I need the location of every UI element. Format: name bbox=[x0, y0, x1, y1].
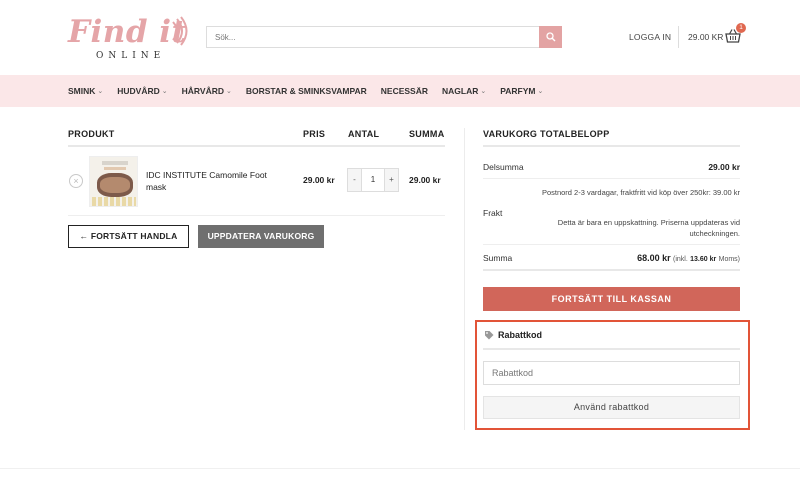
product-price: 29.00 kr bbox=[303, 175, 335, 185]
chevron-down-icon: ⌄ bbox=[537, 88, 544, 95]
main-nav: SMINK ⌄ HUDVÅRD ⌄ HÅRVÅRD ⌄ BORSTAR & SMINK… bbox=[0, 75, 800, 107]
nav-item-hudvard[interactable]: HUDVÅRD ⌄ bbox=[117, 86, 167, 96]
proceed-to-checkout-button[interactable]: FORTSÄTT TILL KASSAN bbox=[483, 287, 740, 311]
totals-header-divider bbox=[483, 145, 740, 147]
shipping-label: Frakt bbox=[483, 208, 503, 218]
nav-item-naglar[interactable]: NAGLAR ⌄ bbox=[442, 86, 486, 96]
nav-item-harvard[interactable]: HÅRVÅRD ⌄ bbox=[182, 86, 232, 96]
site-header: Find it ONLINE LOGGA IN 29.00 KR 1 bbox=[0, 0, 800, 75]
nav-item-parfym[interactable]: PARFYM ⌄ bbox=[500, 86, 543, 96]
logo-wordmark: Find it bbox=[68, 14, 187, 50]
coupon-divider bbox=[483, 348, 740, 350]
totals-divider bbox=[483, 269, 740, 271]
col-header-product: PRODUKT bbox=[68, 129, 115, 139]
subtotal-label: Delsumma bbox=[483, 162, 524, 172]
quantity-stepper: - 1 + bbox=[347, 168, 399, 192]
col-header-price: PRIS bbox=[303, 129, 326, 139]
cart-totals-title: VARUKORG TOTALBELOPP bbox=[483, 129, 610, 139]
remove-item-button[interactable]: × bbox=[69, 174, 83, 188]
row-divider bbox=[68, 215, 445, 216]
header-divider bbox=[678, 26, 679, 48]
product-thumbnail[interactable] bbox=[89, 156, 138, 207]
nav-item-borstar[interactable]: BORSTAR & SMINKSVAMPAR bbox=[246, 86, 367, 96]
tag-icon bbox=[485, 331, 494, 340]
col-header-qty: ANTAL bbox=[348, 129, 380, 139]
cart-count-badge: 1 bbox=[736, 23, 746, 33]
coupon-code-input[interactable] bbox=[483, 361, 740, 385]
search-input[interactable] bbox=[207, 27, 540, 47]
continue-shopping-button[interactable]: ← FORTSÄTT HANDLA bbox=[68, 225, 189, 248]
qty-input[interactable]: 1 bbox=[361, 169, 385, 191]
coupon-title: Rabattkod bbox=[498, 330, 543, 340]
shipping-method: Postnord 2-3 vardagar, fraktfritt vid kö… bbox=[541, 188, 740, 197]
chevron-down-icon: ⌄ bbox=[97, 88, 104, 95]
shipping-note: Detta är bara en uppskattning. Priserna … bbox=[557, 218, 740, 238]
nav-item-necessar[interactable]: NECESSÄR bbox=[381, 86, 428, 96]
product-subtotal: 29.00 kr bbox=[409, 175, 441, 185]
total-label: Summa bbox=[483, 253, 513, 263]
logo-subtitle: ONLINE bbox=[96, 51, 166, 61]
nav-item-smink[interactable]: SMINK ⌄ bbox=[68, 86, 103, 96]
update-cart-button[interactable]: UPPDATERA VARUKORG bbox=[198, 225, 324, 248]
search-button[interactable] bbox=[539, 26, 562, 48]
qty-decrease-button[interactable]: - bbox=[348, 169, 361, 191]
chevron-down-icon: ⌄ bbox=[480, 88, 487, 95]
chevron-down-icon: ⌄ bbox=[226, 88, 232, 95]
totals-divider bbox=[483, 178, 740, 179]
qty-increase-button[interactable]: + bbox=[385, 169, 398, 191]
close-icon: × bbox=[73, 176, 79, 186]
footer-divider bbox=[0, 468, 800, 469]
search-icon bbox=[545, 32, 555, 42]
header-cart-total[interactable]: 29.00 KR bbox=[688, 32, 723, 42]
search-bar bbox=[206, 26, 562, 48]
site-logo[interactable]: Find it ONLINE bbox=[68, 14, 190, 62]
totals-divider bbox=[483, 244, 740, 245]
column-divider bbox=[464, 128, 465, 430]
chevron-down-icon: ⌄ bbox=[161, 88, 168, 95]
shipping-price: 39.00 kr bbox=[712, 188, 740, 197]
apply-coupon-button[interactable]: Använd rabattkod bbox=[483, 396, 740, 419]
table-header-divider bbox=[68, 145, 445, 147]
product-name-link[interactable]: IDC INSTITUTE Camomile Foot mask bbox=[146, 169, 286, 193]
total-value: 68.00 kr (inkl. 13.60 kr Moms) bbox=[637, 253, 740, 263]
subtotal-value: 29.00 kr bbox=[708, 162, 740, 172]
login-link[interactable]: LOGGA IN bbox=[629, 32, 671, 42]
signal-waves-icon bbox=[172, 16, 188, 46]
col-header-sum: SUMMA bbox=[409, 129, 445, 139]
